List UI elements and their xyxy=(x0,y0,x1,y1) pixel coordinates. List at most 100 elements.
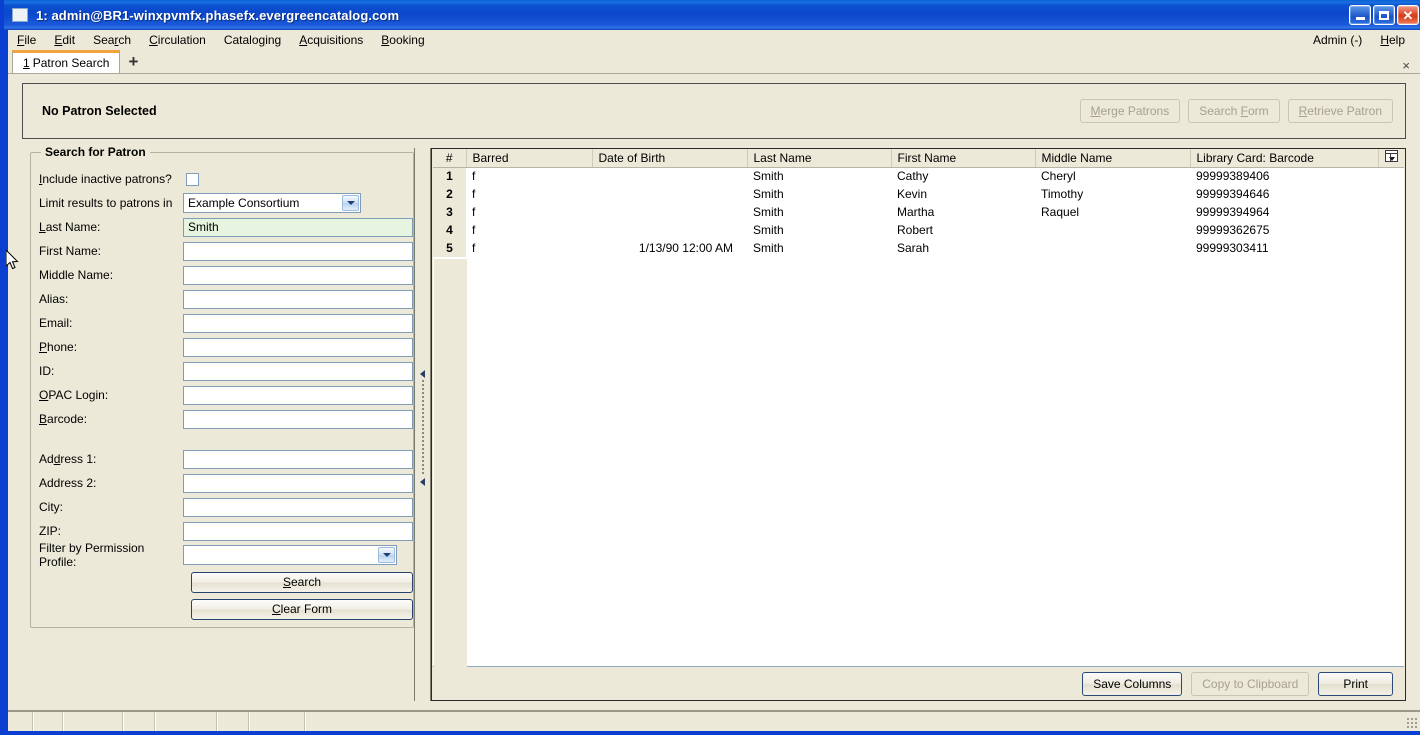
address2-label: Address 2: xyxy=(39,476,97,490)
table-row[interactable]: 1 f Smith Cathy Cheryl 99999389406 xyxy=(433,167,1404,185)
field-row-last-name: Last Name: xyxy=(31,215,413,239)
limit-results-value: Example Consortium xyxy=(188,196,300,210)
search-results-panel: # Barred Date of Birth Last Name First N… xyxy=(431,148,1406,701)
table-row[interactable]: 5 f 1/13/90 12:00 AM Smith Sarah 9999930… xyxy=(433,239,1404,257)
menu-edit[interactable]: Edit xyxy=(45,31,84,49)
middle-name-input[interactable] xyxy=(183,265,413,285)
column-header-first-name[interactable]: First Name xyxy=(891,149,1036,168)
search-form-button[interactable]: Search Form xyxy=(1188,99,1280,123)
phone-label: Phone: xyxy=(39,340,78,354)
table-row[interactable]: 4 f Smith Robert 99999362675 xyxy=(433,221,1404,239)
app-icon xyxy=(12,8,28,22)
id-input[interactable] xyxy=(183,361,413,381)
results-grid-body: 1 f Smith Cathy Cheryl 99999389406 2 f S… xyxy=(433,167,1404,257)
cell-last-name: Smith xyxy=(747,185,891,203)
cell-first-name: Cathy xyxy=(891,167,1035,185)
opac-login-label: OPAC Login: xyxy=(39,388,109,402)
splitter-grip[interactable] xyxy=(422,380,424,476)
field-row-zip: ZIP: xyxy=(31,519,413,543)
results-grid-number-gutter xyxy=(434,259,467,667)
table-row[interactable]: 2 f Smith Kevin Timothy 99999394646 xyxy=(433,185,1404,203)
search-form-fields: Include inactive patrons? Limit results … xyxy=(31,167,413,621)
splitter-collapse-down-icon[interactable] xyxy=(418,478,427,486)
column-header-number[interactable]: # xyxy=(433,149,467,168)
retrieve-patron-button[interactable]: Retrieve Patron xyxy=(1287,99,1393,123)
opac-login-input[interactable] xyxy=(183,385,413,405)
field-row-opac-login: OPAC Login: xyxy=(31,383,413,407)
menu-help[interactable]: Help xyxy=(1371,31,1414,49)
tab-patron-search[interactable]: 1 Patron Search xyxy=(12,50,121,73)
merge-patrons-button[interactable]: Merge Patrons xyxy=(1079,99,1181,123)
close-tab-icon[interactable]: × xyxy=(1402,58,1410,73)
column-header-last-name[interactable]: Last Name xyxy=(747,149,892,168)
minimize-button[interactable] xyxy=(1349,5,1371,25)
close-button[interactable]: ✕ xyxy=(1397,5,1419,25)
maximize-button[interactable] xyxy=(1373,5,1395,25)
cell-last-name: Smith xyxy=(747,203,891,221)
id-label: ID: xyxy=(39,364,55,378)
splitter-collapse-up-icon[interactable] xyxy=(418,370,427,378)
include-inactive-checkbox[interactable] xyxy=(186,172,199,186)
address1-label: Address 1: xyxy=(39,452,97,466)
last-name-input[interactable] xyxy=(183,217,413,237)
address1-input[interactable] xyxy=(183,449,413,469)
column-header-date-of-birth[interactable]: Date of Birth xyxy=(592,149,748,168)
new-tab-button[interactable]: + xyxy=(120,50,146,73)
content-area: No Patron Selected Merge Patrons Search … xyxy=(8,74,1420,710)
first-name-input[interactable] xyxy=(183,241,413,261)
menu-search[interactable]: Search xyxy=(84,31,140,49)
permission-profile-select[interactable] xyxy=(183,545,397,565)
menu-admin[interactable]: Admin (-) xyxy=(1304,31,1371,49)
status-segment xyxy=(306,712,1420,731)
cell-barred: f xyxy=(466,167,592,185)
row-number: 5 xyxy=(433,239,466,257)
field-row-address2: Address 2: xyxy=(31,471,413,495)
column-header-middle-name[interactable]: Middle Name xyxy=(1035,149,1191,168)
menu-circulation[interactable]: Circulation xyxy=(140,31,215,49)
print-button[interactable]: Print xyxy=(1318,671,1393,696)
cell-spacer xyxy=(1378,221,1404,239)
copy-to-clipboard-button[interactable]: Copy to Clipboard xyxy=(1191,671,1310,696)
minimize-icon xyxy=(1355,16,1365,20)
cell-date-of-birth: 1/13/90 12:00 AM xyxy=(592,239,747,257)
limit-results-select[interactable]: Example Consortium xyxy=(183,193,361,213)
address2-input[interactable] xyxy=(183,473,413,493)
email-label: Email: xyxy=(39,316,73,330)
tab-bar: 1 Patron Search + × xyxy=(8,50,1420,74)
window-resize-grip[interactable] xyxy=(1406,717,1418,729)
email-input[interactable] xyxy=(183,313,413,333)
column-header-library-card[interactable]: Library Card: Barcode xyxy=(1190,149,1379,168)
zip-input[interactable] xyxy=(183,521,413,541)
column-picker-button[interactable] xyxy=(1378,149,1404,168)
field-row-limit-results: Limit results to patrons in Example Cons… xyxy=(31,191,413,215)
barcode-input[interactable] xyxy=(183,409,413,429)
row-number: 3 xyxy=(433,203,466,221)
field-row-email: Email: xyxy=(31,311,413,335)
save-columns-button[interactable]: Save Columns xyxy=(1082,671,1183,696)
cell-library-card: 99999394646 xyxy=(1190,185,1378,203)
cell-library-card: 99999389406 xyxy=(1190,167,1378,185)
form-spacer xyxy=(31,431,413,447)
alias-label: Alias: xyxy=(39,292,69,306)
menu-file[interactable]: File xyxy=(8,31,45,49)
menu-cataloging[interactable]: Cataloging xyxy=(215,31,290,49)
menu-booking[interactable]: Booking xyxy=(372,31,433,49)
chevron-down-icon xyxy=(1388,157,1395,162)
panel-splitter[interactable] xyxy=(414,148,431,701)
status-segment xyxy=(34,712,64,731)
cell-first-name: Kevin xyxy=(891,185,1035,203)
menu-acquisitions[interactable]: Acquisitions xyxy=(290,31,372,49)
search-form-panel: Search for Patron Include inactive patro… xyxy=(22,145,414,701)
column-header-barred[interactable]: Barred xyxy=(466,149,593,168)
phone-input[interactable] xyxy=(183,337,413,357)
city-input[interactable] xyxy=(183,497,413,517)
search-button[interactable]: Search xyxy=(191,571,413,593)
permission-profile-label: Filter by Permission Profile: xyxy=(39,541,145,569)
search-form-legend: Search for Patron xyxy=(41,145,150,159)
clear-form-button[interactable]: Clear Form xyxy=(191,598,413,620)
table-row[interactable]: 3 f Smith Martha Raquel 99999394964 xyxy=(433,203,1404,221)
search-button-row: Search xyxy=(31,570,413,594)
application-window: 1: admin@BR1-winxpvmfx.phasefx.evergreen… xyxy=(0,0,1420,735)
alias-input[interactable] xyxy=(183,289,413,309)
cell-barred: f xyxy=(466,203,592,221)
